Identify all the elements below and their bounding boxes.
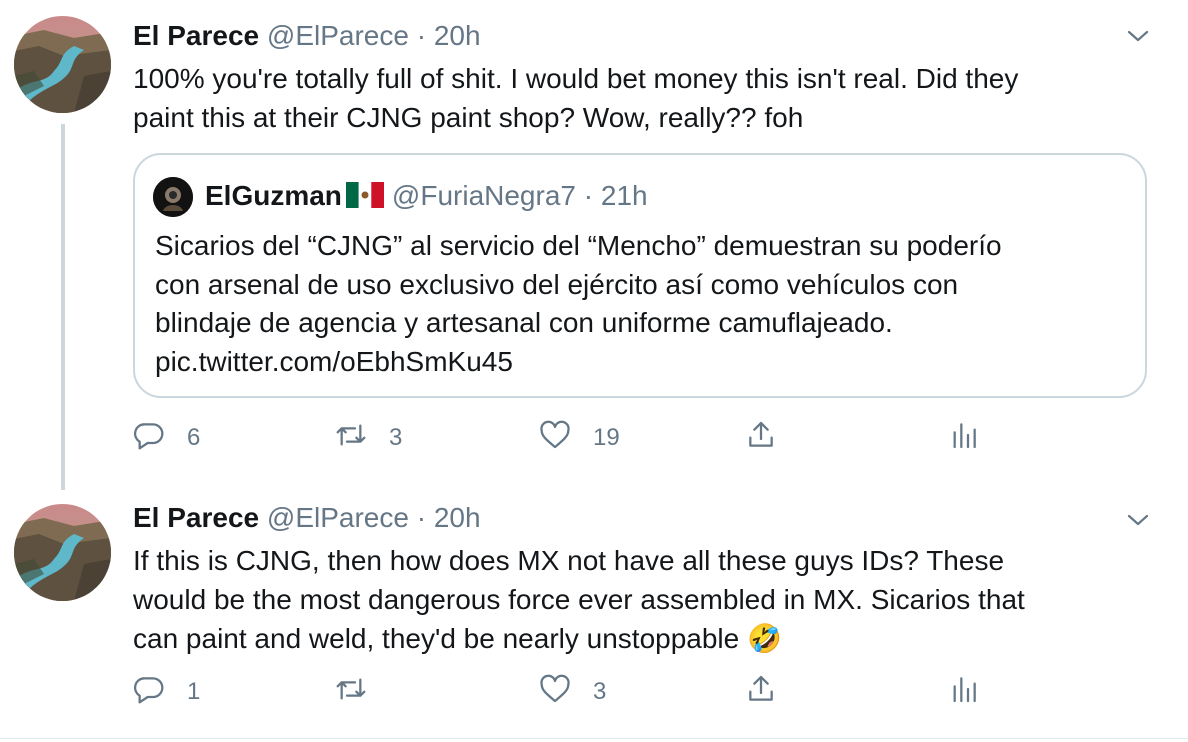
display-name[interactable]: El Parece	[133, 20, 259, 51]
timestamp[interactable]: 20h	[434, 20, 481, 51]
reply-icon	[133, 673, 165, 712]
analytics-button[interactable]	[948, 418, 980, 458]
thread-line	[61, 124, 65, 490]
retweet-count: 3	[389, 424, 403, 451]
tweet-header: El Parece @ElParece · 20h	[133, 19, 481, 53]
bar-chart-icon	[948, 673, 980, 712]
display-name[interactable]: El Parece	[133, 502, 259, 533]
like-count: 3	[593, 678, 607, 705]
tweet[interactable]: El Parece @ElParece · 20h If this is CJN…	[0, 490, 1188, 738]
display-name: ElGuzman	[205, 180, 342, 211]
timestamp: 21h	[600, 180, 648, 211]
handle[interactable]: @ElParece	[267, 502, 409, 533]
tweet-actions: 1 3	[133, 672, 1033, 712]
bar-chart-icon	[948, 419, 980, 458]
reply-button[interactable]: 6	[133, 418, 200, 458]
reply-button[interactable]: 1	[133, 672, 200, 712]
avatar[interactable]	[14, 16, 111, 113]
heart-icon	[539, 673, 571, 712]
heart-icon	[539, 419, 571, 458]
tweet[interactable]: El Parece @ElParece · 20h 100% you're to…	[0, 0, 1188, 490]
tweet-text: If this is CJNG, then how does MX not ha…	[133, 545, 1025, 654]
handle: @FuriaNegra7	[391, 180, 576, 211]
avatar[interactable]	[14, 504, 111, 601]
retweet-button[interactable]: 3	[335, 418, 402, 458]
analytics-button[interactable]	[948, 672, 980, 712]
separator: ·	[416, 20, 427, 51]
retweet-icon	[335, 419, 367, 458]
avatar	[153, 177, 193, 217]
chevron-down-icon[interactable]	[1126, 24, 1150, 48]
quoted-tweet-text: Sicarios del “CJNG” al servicio del “Men…	[155, 230, 1002, 377]
share-icon	[745, 673, 777, 712]
mexico-flag-icon	[345, 182, 384, 208]
reply-count: 6	[187, 424, 201, 451]
handle[interactable]: @ElParece	[267, 20, 409, 51]
reply-count: 1	[187, 678, 201, 705]
like-button[interactable]: 3	[539, 672, 606, 712]
share-button[interactable]	[745, 672, 777, 712]
retweet-icon	[335, 673, 367, 712]
separator: ·	[416, 502, 427, 533]
chevron-down-icon[interactable]	[1126, 508, 1150, 532]
share-icon	[745, 419, 777, 458]
tweet-actions: 6 3 19	[133, 418, 1033, 458]
timestamp[interactable]: 20h	[434, 502, 481, 533]
tweet-text: 100% you're totally full of shit. I woul…	[133, 63, 1019, 133]
share-button[interactable]	[745, 418, 777, 458]
quoted-tweet-header: ElGuzman @FuriaNegra7 · 21h	[205, 179, 648, 213]
retweet-button[interactable]	[335, 672, 389, 712]
like-count: 19	[593, 424, 620, 451]
like-button[interactable]: 19	[539, 418, 620, 458]
reply-icon	[133, 419, 165, 458]
divider	[0, 738, 1188, 739]
separator: ·	[583, 180, 594, 211]
quoted-tweet[interactable]: ElGuzman @FuriaNegra7 · 21h Sicarios del …	[133, 153, 1147, 398]
tweet-header: El Parece @ElParece · 20h	[133, 501, 481, 535]
